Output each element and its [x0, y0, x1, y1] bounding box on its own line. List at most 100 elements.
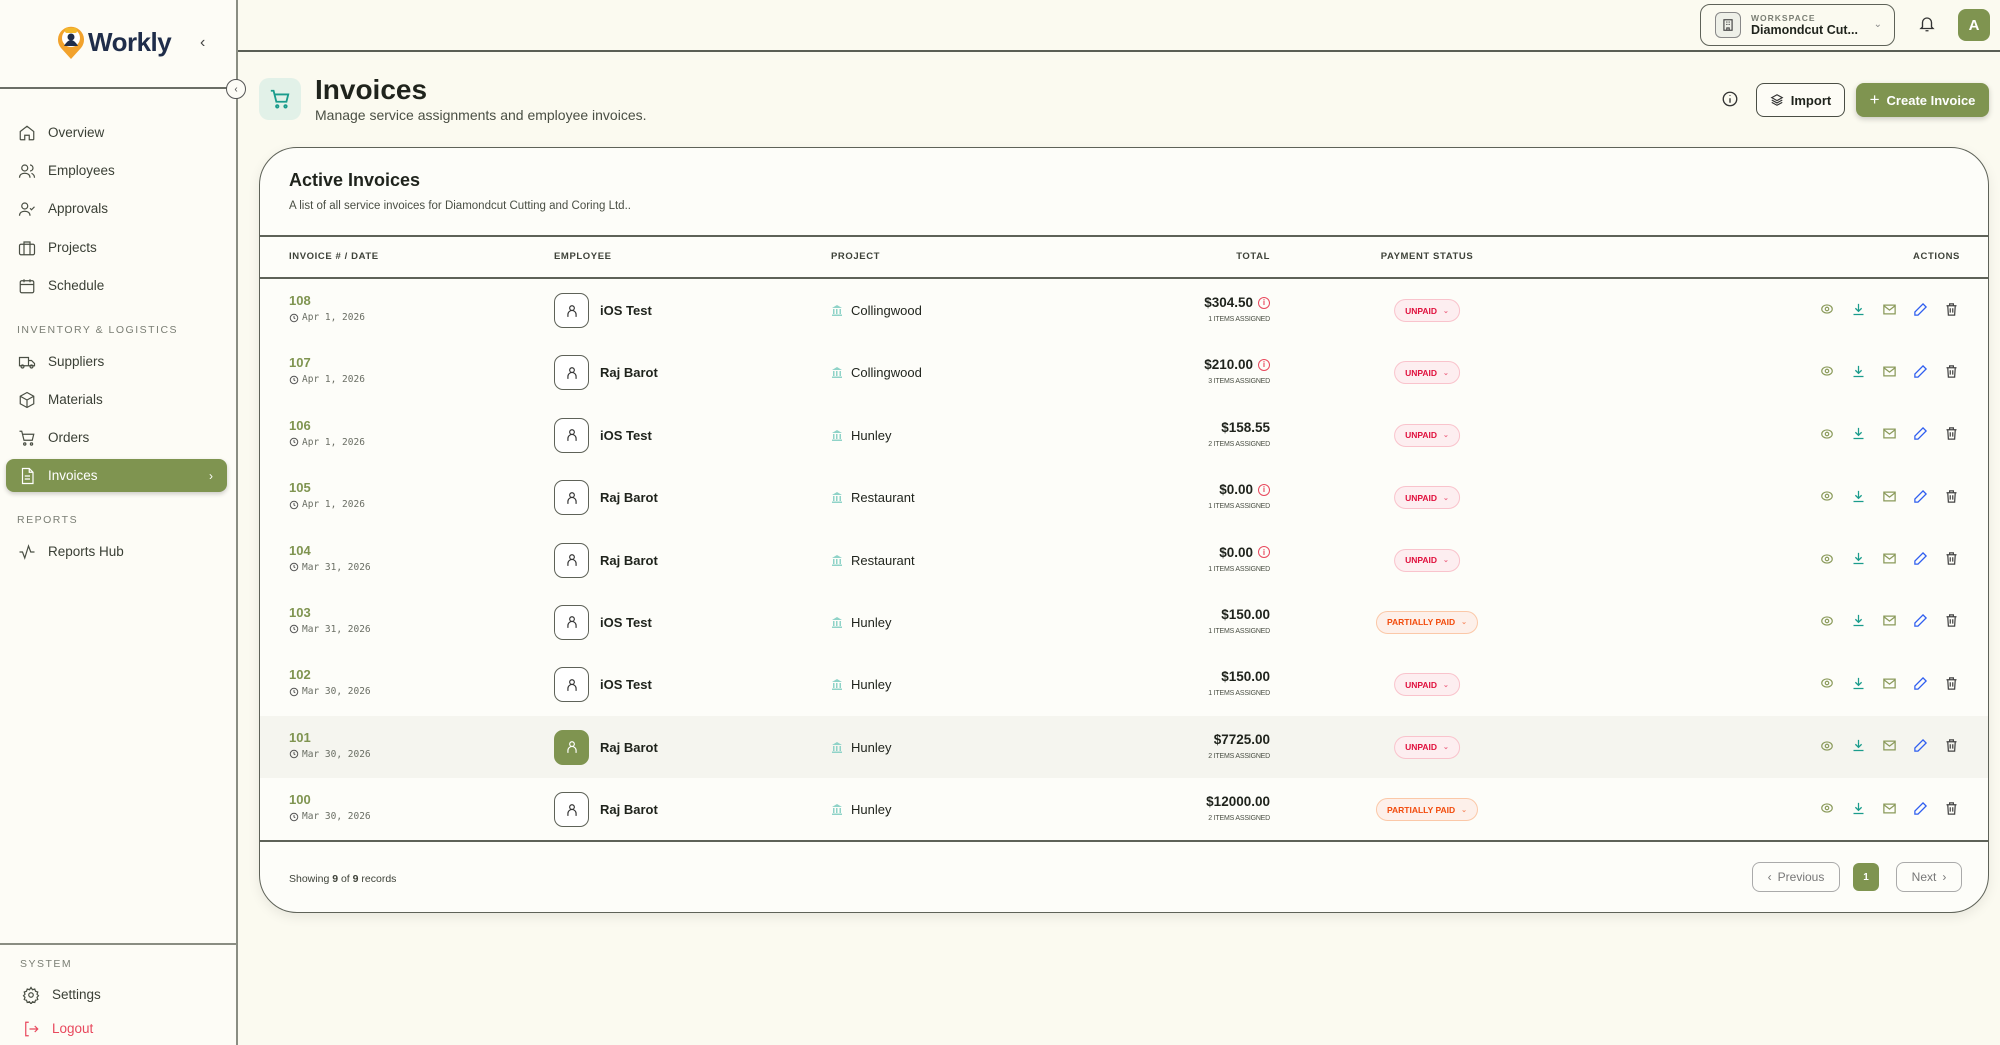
column-header-employee[interactable]: EMPLOYEE [554, 251, 612, 262]
sidebar-item-orders[interactable]: Orders [6, 421, 227, 454]
sidebar-item-employees[interactable]: Employees [6, 154, 227, 187]
warning-icon[interactable]: i [1258, 359, 1270, 371]
edit-icon[interactable] [1911, 425, 1929, 443]
email-icon[interactable] [1880, 550, 1898, 568]
view-icon[interactable] [1818, 300, 1836, 318]
column-header-total[interactable]: TOTAL [1236, 251, 1270, 262]
payment-status-dropdown[interactable]: UNPAID⌄ [1394, 549, 1460, 572]
edit-icon[interactable] [1911, 674, 1929, 692]
invoice-number[interactable]: 101 [289, 730, 311, 745]
table-row[interactable]: 105 Apr 1, 2026 Raj Barot Restaurant $0.… [260, 466, 1988, 528]
user-avatar[interactable]: A [1958, 9, 1990, 41]
settings-button[interactable]: Settings [10, 978, 231, 1011]
warning-icon[interactable]: i [1258, 484, 1270, 496]
payment-status-dropdown[interactable]: UNPAID⌄ [1394, 673, 1460, 696]
download-icon[interactable] [1849, 799, 1867, 817]
delete-icon[interactable] [1942, 674, 1960, 692]
column-header-project[interactable]: PROJECT [831, 251, 880, 262]
download-icon[interactable] [1849, 487, 1867, 505]
invoice-number[interactable]: 100 [289, 792, 311, 807]
view-icon[interactable] [1818, 674, 1836, 692]
sidebar-item-projects[interactable]: Projects [6, 231, 227, 264]
delete-icon[interactable] [1942, 425, 1960, 443]
invoice-number[interactable]: 108 [289, 293, 311, 308]
email-icon[interactable] [1880, 737, 1898, 755]
logout-button[interactable]: Logout [10, 1012, 231, 1045]
view-icon[interactable] [1818, 487, 1836, 505]
payment-status-dropdown[interactable]: UNPAID⌄ [1394, 299, 1460, 322]
invoice-number[interactable]: 107 [289, 355, 311, 370]
invoice-number[interactable]: 104 [289, 543, 311, 558]
previous-page-button[interactable]: ‹Previous [1752, 862, 1840, 892]
sidebar-item-suppliers[interactable]: Suppliers [6, 345, 227, 378]
view-icon[interactable] [1818, 550, 1836, 568]
email-icon[interactable] [1880, 425, 1898, 443]
delete-icon[interactable] [1942, 799, 1960, 817]
view-icon[interactable] [1818, 362, 1836, 380]
edit-icon[interactable] [1911, 612, 1929, 630]
view-icon[interactable] [1818, 737, 1836, 755]
table-row[interactable]: 104 Mar 31, 2026 Raj Barot Restaurant $0… [260, 529, 1988, 591]
invoice-number[interactable]: 106 [289, 418, 311, 433]
table-row[interactable]: 103 Mar 31, 2026 iOS Test Hunley $150.00… [260, 591, 1988, 653]
payment-status-dropdown[interactable]: UNPAID⌄ [1394, 424, 1460, 447]
logo[interactable]: Workly [56, 24, 171, 60]
edit-icon[interactable] [1911, 362, 1929, 380]
download-icon[interactable] [1849, 362, 1867, 380]
edit-icon[interactable] [1911, 550, 1929, 568]
table-row[interactable]: 108 Apr 1, 2026 iOS Test Collingwood $30… [260, 279, 1988, 341]
page-1-button[interactable]: 1 [1853, 863, 1879, 891]
table-row[interactable]: 107 Apr 1, 2026 Raj Barot Collingwood $2… [260, 341, 1988, 403]
email-icon[interactable] [1880, 487, 1898, 505]
edit-icon[interactable] [1911, 799, 1929, 817]
sidebar-item-overview[interactable]: Overview [6, 116, 227, 149]
delete-icon[interactable] [1942, 487, 1960, 505]
edit-icon[interactable] [1911, 737, 1929, 755]
workspace-selector[interactable]: WORKSPACEDiamondcut Cut... ⌄ [1700, 4, 1895, 46]
download-icon[interactable] [1849, 612, 1867, 630]
table-row[interactable]: 100 Mar 30, 2026 Raj Barot Hunley $12000… [260, 778, 1988, 840]
table-row[interactable]: 101 Mar 30, 2026 Raj Barot Hunley $7725.… [260, 716, 1988, 778]
email-icon[interactable] [1880, 612, 1898, 630]
info-icon[interactable] [1721, 90, 1739, 108]
download-icon[interactable] [1849, 550, 1867, 568]
download-icon[interactable] [1849, 300, 1867, 318]
delete-icon[interactable] [1942, 300, 1960, 318]
column-header-invoice[interactable]: INVOICE # / DATE [289, 251, 379, 262]
payment-status-dropdown[interactable]: UNPAID⌄ [1394, 486, 1460, 509]
view-icon[interactable] [1818, 612, 1836, 630]
sidebar-item-invoices[interactable]: Invoices› [6, 459, 227, 492]
invoice-number[interactable]: 103 [289, 605, 311, 620]
sidebar-item-schedule[interactable]: Schedule [6, 269, 227, 302]
email-icon[interactable] [1880, 799, 1898, 817]
payment-status-dropdown[interactable]: UNPAID⌄ [1394, 736, 1460, 759]
payment-status-dropdown[interactable]: PARTIALLY PAID⌄ [1376, 611, 1478, 634]
payment-status-dropdown[interactable]: UNPAID⌄ [1394, 361, 1460, 384]
table-row[interactable]: 102 Mar 30, 2026 iOS Test Hunley $150.00… [260, 653, 1988, 715]
download-icon[interactable] [1849, 425, 1867, 443]
sidebar-item-materials[interactable]: Materials [6, 383, 227, 416]
email-icon[interactable] [1880, 300, 1898, 318]
create-invoice-button[interactable]: +Create Invoice [1856, 83, 1989, 117]
bell-icon[interactable] [1918, 14, 1936, 34]
sidebar-item-reports-hub[interactable]: Reports Hub [6, 535, 227, 568]
sidebar-item-approvals[interactable]: Approvals [6, 192, 227, 225]
download-icon[interactable] [1849, 737, 1867, 755]
invoice-number[interactable]: 102 [289, 667, 311, 682]
view-icon[interactable] [1818, 799, 1836, 817]
email-icon[interactable] [1880, 674, 1898, 692]
collapse-sidebar-icon[interactable]: ‹ [200, 34, 205, 52]
email-icon[interactable] [1880, 362, 1898, 380]
edit-icon[interactable] [1911, 487, 1929, 505]
payment-status-dropdown[interactable]: PARTIALLY PAID⌄ [1376, 798, 1478, 821]
delete-icon[interactable] [1942, 737, 1960, 755]
view-icon[interactable] [1818, 425, 1836, 443]
delete-icon[interactable] [1942, 612, 1960, 630]
download-icon[interactable] [1849, 674, 1867, 692]
warning-icon[interactable]: i [1258, 297, 1270, 309]
warning-icon[interactable]: i [1258, 546, 1270, 558]
invoice-number[interactable]: 105 [289, 480, 311, 495]
next-page-button[interactable]: Next› [1896, 862, 1962, 892]
delete-icon[interactable] [1942, 550, 1960, 568]
table-row[interactable]: 106 Apr 1, 2026 iOS Test Hunley $158.55 … [260, 404, 1988, 466]
